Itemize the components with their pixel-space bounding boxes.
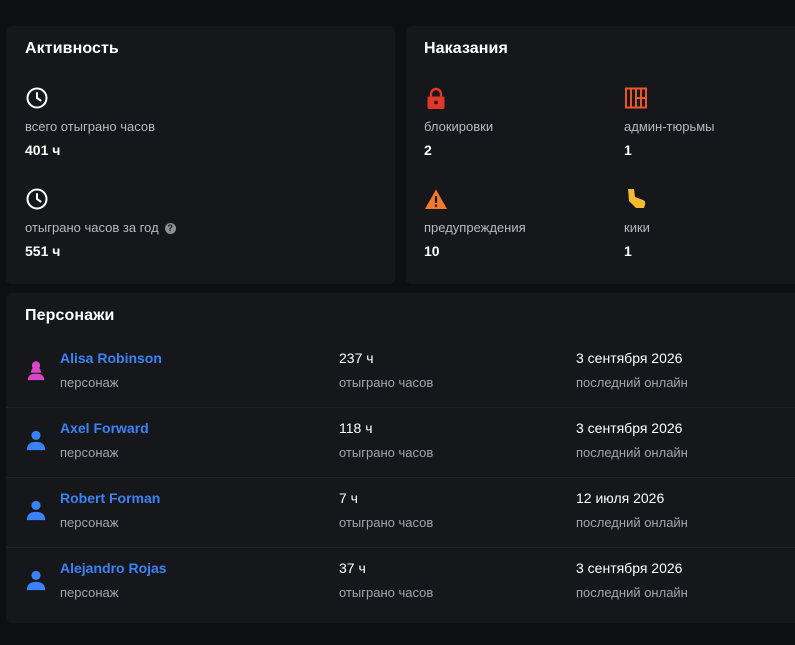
character-role: персонаж bbox=[60, 445, 119, 460]
character-hours-label: отыграно часов bbox=[339, 445, 434, 460]
year-hours-value: 551 ч bbox=[25, 243, 61, 259]
clock-icon bbox=[26, 188, 48, 210]
female-user-icon bbox=[27, 361, 45, 381]
character-row[interactable]: Alisa Robinson персонаж 237 ч отыграно ч… bbox=[6, 337, 795, 408]
boot-icon bbox=[628, 189, 646, 208]
character-last-online: 12 июля 2026 bbox=[576, 490, 665, 506]
character-hours-label: отыграно часов bbox=[339, 585, 434, 600]
characters-title: Персонажи bbox=[25, 307, 115, 324]
character-name[interactable]: Axel Forward bbox=[60, 420, 149, 436]
male-user-icon bbox=[26, 430, 46, 451]
character-row[interactable]: Alejandro Rojas персонаж 37 ч отыграно ч… bbox=[6, 547, 795, 617]
character-role: персонаж bbox=[60, 515, 119, 530]
character-last-online-label: последний онлайн bbox=[576, 375, 688, 390]
total-hours-label: всего отыграно часов bbox=[25, 119, 156, 134]
year-hours-label-text: отыграно часов за год bbox=[25, 220, 159, 235]
kicks-label: кики bbox=[624, 220, 650, 235]
character-hours: 237 ч bbox=[339, 350, 374, 366]
character-hours: 118 ч bbox=[339, 420, 373, 436]
character-hours-label: отыграно часов bbox=[339, 375, 434, 390]
character-last-online: 3 сентября 2026 bbox=[576, 350, 683, 366]
bans-value: 2 bbox=[424, 142, 432, 158]
activity-title: Активность bbox=[25, 40, 119, 57]
character-last-online-label: последний онлайн bbox=[576, 445, 688, 460]
total-hours-value: 401 ч bbox=[25, 142, 61, 158]
warning-icon bbox=[425, 189, 447, 209]
kicks-value: 1 bbox=[624, 243, 632, 259]
character-name[interactable]: Alejandro Rojas bbox=[60, 560, 167, 576]
male-user-icon bbox=[26, 500, 46, 521]
male-user-icon bbox=[26, 570, 46, 591]
jails-value: 1 bbox=[624, 142, 632, 158]
character-last-online: 3 сентября 2026 bbox=[576, 420, 683, 436]
activity-card: Активность всего отыграно часов 401 ч от… bbox=[6, 26, 395, 284]
character-last-online-label: последний онлайн bbox=[576, 515, 688, 530]
characters-card: Персонажи Alisa Robinson персонаж 237 ч … bbox=[6, 293, 795, 623]
year-hours-label: отыграно часов за год? bbox=[25, 220, 176, 235]
character-hours-label: отыграно часов bbox=[339, 515, 434, 530]
bans-label: блокировки bbox=[424, 119, 494, 134]
character-row[interactable]: Robert Forman персонаж 7 ч отыграно часо… bbox=[6, 477, 795, 548]
character-name[interactable]: Alisa Robinson bbox=[60, 350, 162, 366]
punishments-title: Наказания bbox=[424, 40, 508, 57]
character-last-online-label: последний онлайн bbox=[576, 585, 688, 600]
jail-icon bbox=[625, 87, 647, 109]
character-name[interactable]: Robert Forman bbox=[60, 490, 160, 506]
character-last-online: 3 сентября 2026 bbox=[576, 560, 683, 576]
clock-icon bbox=[26, 87, 48, 109]
warnings-label: предупреждения bbox=[424, 220, 526, 235]
character-role: персонаж bbox=[60, 375, 119, 390]
jails-label: админ-тюрьмы bbox=[624, 119, 715, 134]
character-hours: 37 ч bbox=[339, 560, 366, 576]
character-role: персонаж bbox=[60, 585, 119, 600]
help-icon[interactable]: ? bbox=[164, 223, 176, 234]
lock-icon bbox=[427, 87, 445, 109]
character-row[interactable]: Axel Forward персонаж 118 ч отыграно час… bbox=[6, 407, 795, 478]
warnings-value: 10 bbox=[424, 243, 440, 259]
punishments-card: Наказания блокировки 2 админ-тюрьмы 1 пр… bbox=[406, 26, 795, 284]
character-hours: 7 ч bbox=[339, 490, 358, 506]
